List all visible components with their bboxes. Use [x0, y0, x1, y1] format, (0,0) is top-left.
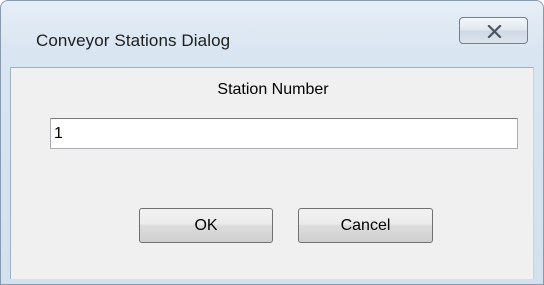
- ok-button[interactable]: OK: [139, 208, 273, 243]
- close-button[interactable]: [459, 17, 528, 44]
- station-number-label: Station Number: [217, 81, 329, 98]
- station-number-input[interactable]: [50, 118, 518, 149]
- dialog-window: Conveyor Stations Dialog Station Number …: [0, 0, 544, 285]
- window-title: Conveyor Stations Dialog: [36, 31, 231, 50]
- close-x-icon: [487, 25, 502, 38]
- dialog-body: Station Number OK Cancel: [10, 67, 534, 279]
- cancel-button[interactable]: Cancel: [298, 208, 433, 243]
